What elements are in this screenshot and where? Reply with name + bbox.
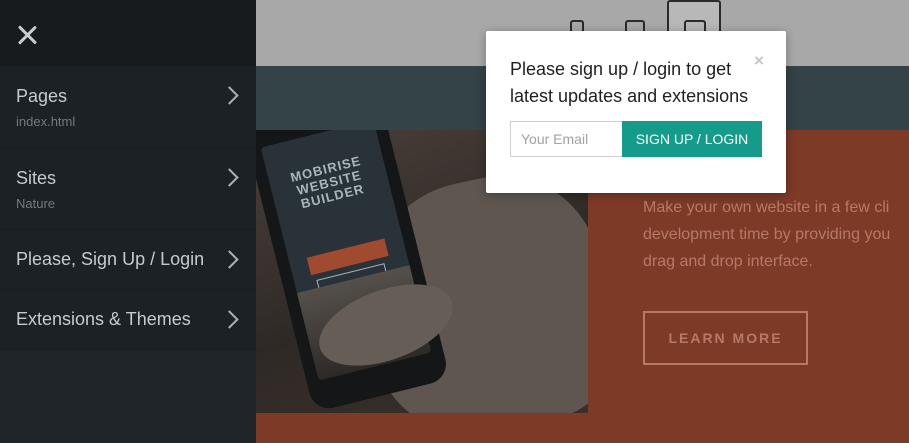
sidebar-item-pages[interactable]: Pages index.html bbox=[0, 66, 256, 148]
sidebar-item-sites[interactable]: Sites Nature bbox=[0, 148, 256, 230]
hero-description-line: drag and drop interface. bbox=[643, 253, 813, 270]
signup-modal: Please sign up / login to get latest upd… bbox=[486, 31, 786, 193]
sidebar-item-label: Pages bbox=[16, 86, 68, 106]
chevron-right-icon bbox=[220, 250, 239, 269]
chevron-right-icon bbox=[220, 310, 239, 329]
hero-description: Make your own website in a few cli devel… bbox=[643, 194, 909, 275]
modal-title: Please sign up / login to get latest upd… bbox=[510, 59, 749, 106]
phone-screen-title: MOBIRISE WEBSITE BUILDER bbox=[288, 152, 366, 212]
bottom-strip bbox=[256, 413, 909, 443]
sidebar: Pages index.html Sites Nature Please, Si… bbox=[0, 0, 256, 443]
sidebar-item-sublabel: index.html bbox=[16, 114, 76, 129]
learn-more-button[interactable]: LEARN MORE bbox=[643, 311, 808, 365]
hero-description-line: Make your own website in a few cli bbox=[643, 199, 890, 216]
sidebar-item-label: Please, Sign Up / Login bbox=[16, 249, 205, 269]
sidebar-item-sublabel: Nature bbox=[16, 196, 56, 211]
hero-description-line: development time by providing you bbox=[643, 226, 891, 243]
sidebar-menu: Pages index.html Sites Nature Please, Si… bbox=[0, 66, 256, 350]
close-icon[interactable] bbox=[16, 24, 38, 46]
email-field[interactable] bbox=[510, 121, 622, 157]
sidebar-item-signup[interactable]: Please, Sign Up / Login bbox=[0, 230, 256, 290]
signup-login-button[interactable]: SIGN UP / LOGIN bbox=[622, 121, 762, 157]
sidebar-header bbox=[0, 0, 256, 66]
app-stage: MOBIRISE WEBSITE BUILDER Make your own w… bbox=[0, 0, 909, 443]
sidebar-item-label: Extensions & Themes bbox=[16, 309, 191, 329]
chevron-right-icon bbox=[220, 168, 239, 187]
modal-close-icon[interactable]: × bbox=[754, 51, 764, 71]
sidebar-item-label: Sites bbox=[16, 168, 57, 188]
sidebar-item-extensions[interactable]: Extensions & Themes bbox=[0, 290, 256, 350]
chevron-right-icon bbox=[220, 86, 239, 105]
